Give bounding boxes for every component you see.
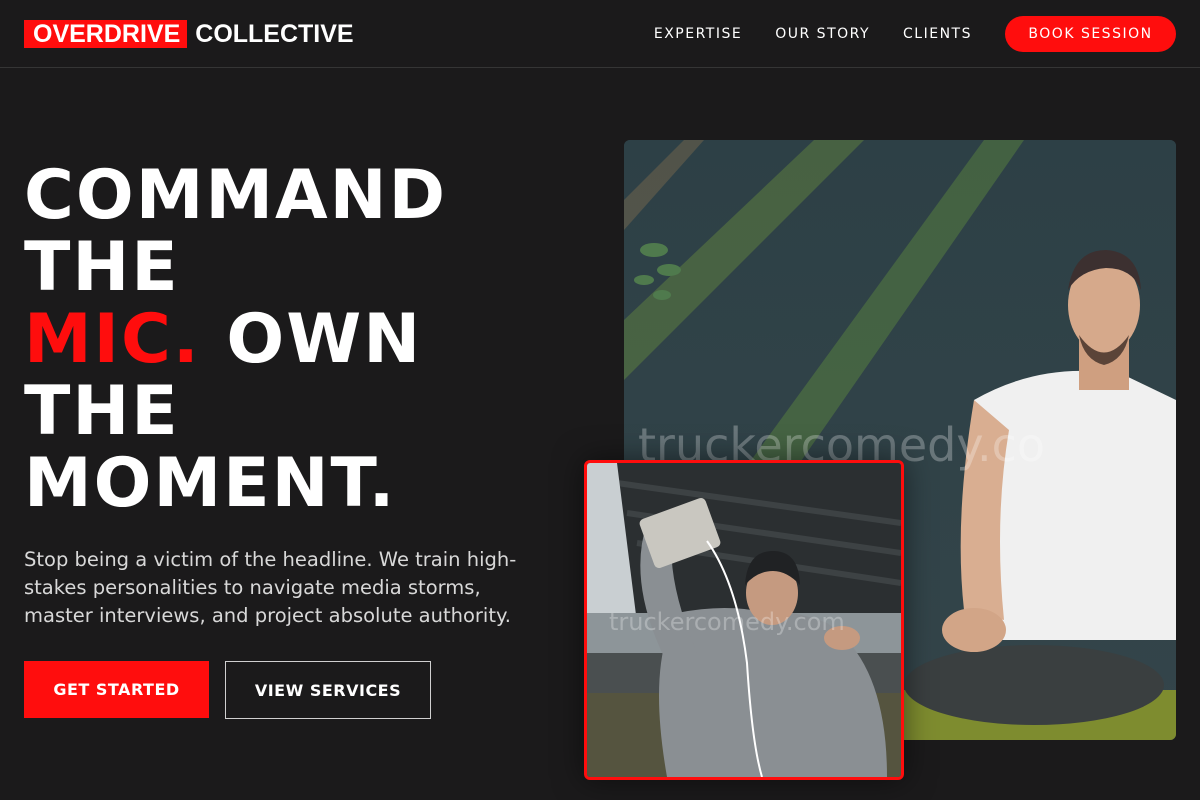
headline-line: MIC. OWN	[24, 304, 544, 376]
logo[interactable]: OVERDRIVE COLLECTIVE	[24, 19, 354, 48]
nav-link-our-story[interactable]: OUR STORY	[775, 26, 870, 42]
headline-line: THE	[24, 372, 180, 451]
hero-headline: COMMAND THE MIC. OWN THE MOMENT.	[24, 160, 544, 520]
site-header: OVERDRIVE COLLECTIVE EXPERTISE OUR STORY…	[0, 0, 1200, 68]
headline-line: COMMAND	[24, 156, 448, 235]
headline-line: MOMENT.	[24, 444, 397, 523]
nav-link-expertise[interactable]: EXPERTISE	[654, 26, 742, 42]
inset-image-watermark: truckercomedy.com	[609, 608, 845, 636]
headline-accent: MIC.	[24, 300, 201, 379]
get-started-button[interactable]: GET STARTED	[24, 661, 209, 718]
view-services-button[interactable]: VIEW SERVICES	[225, 661, 431, 719]
hero-subtext: Stop being a victim of the headline. We …	[24, 548, 517, 627]
headline-word: OWN	[200, 300, 423, 379]
hero-inset-image: truckercomedy.com	[584, 460, 904, 780]
book-session-button[interactable]: BOOK SESSION	[1005, 16, 1176, 52]
logo-box-text: OVERDRIVE	[24, 19, 188, 48]
logo-text: COLLECTIVE	[195, 19, 354, 48]
headline-line: THE	[24, 228, 180, 307]
nav-link-clients[interactable]: CLIENTS	[903, 26, 972, 42]
main-nav: EXPERTISE OUR STORY CLIENTS	[621, 0, 972, 68]
